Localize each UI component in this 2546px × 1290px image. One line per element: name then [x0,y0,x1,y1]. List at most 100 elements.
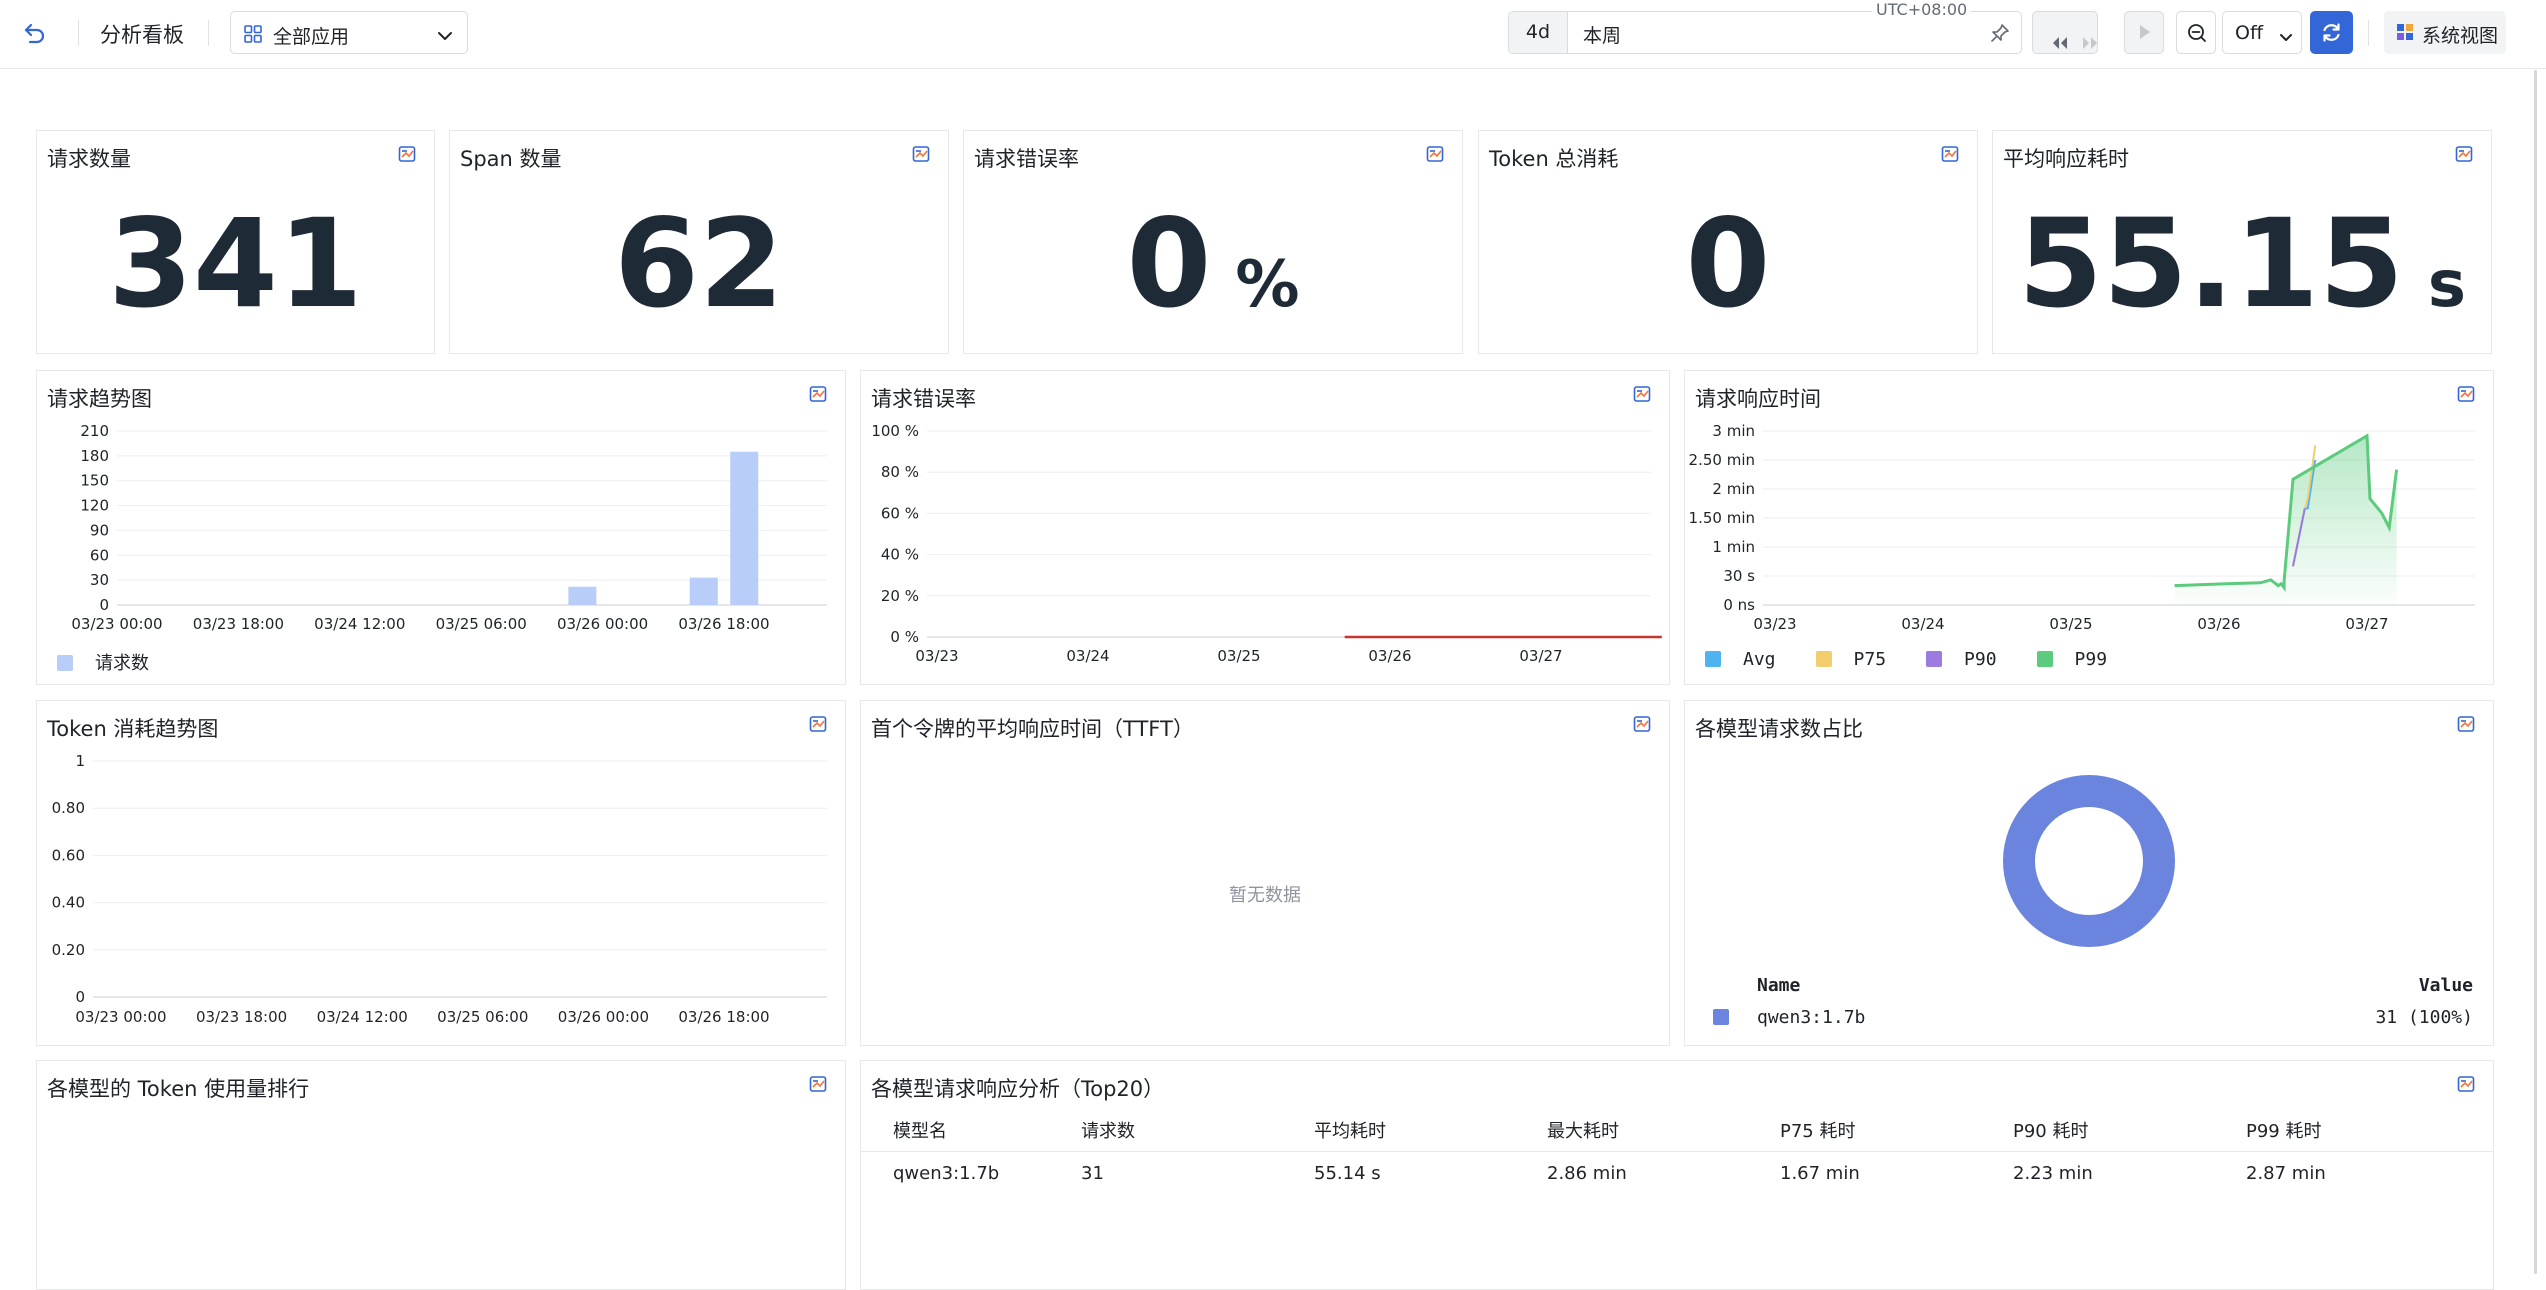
stat-number: 0 [1685,193,1771,335]
column-header[interactable]: P90 耗时 [2013,1109,2246,1152]
token-trend-chart: 0 0.20 0.40 0.60 0.80 1 03/23 00:00 03/23 18:00… [52,752,827,1026]
column-header[interactable]: 平均耗时 [1314,1109,1547,1152]
y-tick-label: 0.60 [52,846,85,864]
y-tick-label: 100 % [871,422,919,440]
bar [568,586,597,605]
x-tick-label: 03/25 [1217,647,1260,665]
y-tick-label: 0.20 [52,941,85,959]
duration-label[interactable]: 4d [1509,12,1568,53]
x-tick-label: 03/26 18:00 [678,1008,769,1026]
column-header[interactable]: 请求数 [1081,1109,1314,1152]
refresh-button[interactable] [2310,11,2353,54]
chart-analysis-icon[interactable] [1426,145,1446,169]
chart-analysis-icon[interactable] [1633,715,1653,739]
chart-analysis-icon[interactable] [809,1075,829,1099]
legend-label: P99 [2074,649,2108,670]
x-tick-label: 03/26 00:00 [558,1008,649,1026]
chart-analysis-icon[interactable] [912,145,932,169]
chart-analysis-icon[interactable] [2455,145,2475,169]
legend-swatch [1815,651,1832,667]
y-tick-label: 0.40 [52,894,85,912]
stat-number: 341 [108,193,363,335]
y-tick-label: 0 % [890,628,919,646]
x-tick-label: 03/26 18:00 [678,615,769,633]
page-title: 分析看板 [100,23,184,47]
x-tick-label: 03/24 [1066,647,1109,665]
chart-analysis-icon[interactable] [2457,1075,2477,1099]
table-row[interactable]: qwen3:1.7b 31 55.14 s 2.86 min 1.67 min … [861,1152,2493,1195]
chart-analysis-icon[interactable] [398,145,418,169]
y-tick-label: 210 [80,422,109,440]
y-tick-label: 30 [90,571,109,589]
y-tick-label: 90 [90,521,109,539]
panel-title: 各模型请求数占比 [1695,717,1863,741]
x-tick-label: 03/25 06:00 [436,615,527,633]
y-tick-label: 0 ns [1723,596,1755,614]
empty-state-text: 暂无数据 [1229,885,1301,906]
panel-title: 请求趋势图 [47,387,152,411]
legend-item-p99[interactable]: P99 [2036,649,2108,670]
chart-analysis-icon[interactable] [2457,715,2477,739]
x-tick-label: 03/25 06:00 [437,1008,528,1026]
legend-item-p75[interactable]: P75 [1815,649,1886,670]
stat-value: 55.15 s [1993,189,2491,360]
x-tick-label: 03/26 [1368,647,1411,665]
y-tick-label: 20 % [881,587,919,605]
panel-response-time: 请求响应时间 0 ns 30 s 1 min 1.50 min 2 min 2.50 mi… [1684,370,2494,685]
x-tick-label: 03/23 18:00 [196,1008,287,1026]
chart-analysis-icon[interactable] [1633,385,1653,409]
pin-icon[interactable] [1989,22,2011,48]
panel-request-trend: 请求趋势图 0 30 60 90 120 150 180 210 03/23 00:00 03/2… [36,370,846,685]
x-tick-label: 03/23 [1753,615,1796,633]
legend-item-requests[interactable]: 请求数 [57,649,149,675]
play-button[interactable] [2124,11,2164,54]
chart-analysis-icon[interactable] [809,715,829,739]
stat-value: 62 [450,189,948,339]
page-scrollbar[interactable] [2534,70,2537,1274]
legend-item-avg[interactable]: Avg [1705,649,1776,670]
panel-title: 各模型的 Token 使用量排行 [47,1077,310,1101]
divider [2368,20,2369,46]
panel-ttft: 首个令牌的平均响应时间（TTFT） 暂无数据 [860,700,1670,1046]
apps-grid-icon [243,24,263,48]
legend-item-model[interactable]: qwen3:1.7b [1713,1007,1865,1028]
chart-analysis-icon[interactable] [2457,385,2477,409]
y-tick-label: 180 [80,447,109,465]
panel-title: Token 消耗趋势图 [47,717,219,741]
card-title: 请求数量 [47,147,131,171]
auto-refresh-select[interactable]: Off [2222,11,2302,54]
zoom-out-button[interactable] [2176,11,2216,54]
panel-model-share: 各模型请求数占比 Name Value qwen3:1.7b 31 (100%) [1684,700,2494,1046]
column-header[interactable]: 模型名 [861,1109,1081,1152]
back-icon[interactable] [22,20,48,50]
system-view-button[interactable]: 系统视图 [2384,11,2506,54]
column-header[interactable]: 最大耗时 [1547,1109,1780,1152]
y-tick-label: 40 % [881,546,919,564]
legend-label: Avg [1743,649,1776,670]
stat-card-token-total: Token 总消耗 0 [1478,130,1978,354]
legend-swatch [1705,651,1721,667]
legend-swatch [1713,1009,1729,1025]
table-cell: 31 [1081,1162,1104,1184]
error-rate-chart: 0 % 20 % 40 % 60 % 80 % 100 % 03/23 03/24 03/25 0… [871,422,1662,665]
x-tick-label: 03/23 00:00 [75,1008,166,1026]
table-header-row: 模型名 请求数 平均耗时 最大耗时 P75 耗时 P90 耗时 P99 耗时 [861,1109,2493,1152]
chart-analysis-icon[interactable] [809,385,829,409]
chart-analysis-icon[interactable] [1941,145,1961,169]
column-header[interactable]: P75 耗时 [1780,1109,2013,1152]
card-title: 请求错误率 [974,147,1079,171]
stat-value: 0% [964,189,1462,360]
panel-title: 各模型请求响应分析（Top20） [871,1077,1165,1101]
y-tick-label: 3 min [1712,422,1755,440]
legend-item-p90[interactable]: P90 [1926,649,1997,670]
y-tick-label: 60 [90,546,109,564]
x-tick-label: 03/25 [2049,615,2092,633]
app-select[interactable]: 全部应用 [230,11,468,54]
column-header[interactable]: P99 耗时 [2246,1109,2493,1152]
table-cell: qwen3:1.7b [893,1162,1000,1184]
stat-value: 0 [1479,189,1977,339]
x-tick-label: 03/26 00:00 [557,615,648,633]
panel-title: 请求响应时间 [1695,387,1821,411]
stat-value: 341 [37,189,434,339]
y-tick-label: 150 [80,472,109,490]
